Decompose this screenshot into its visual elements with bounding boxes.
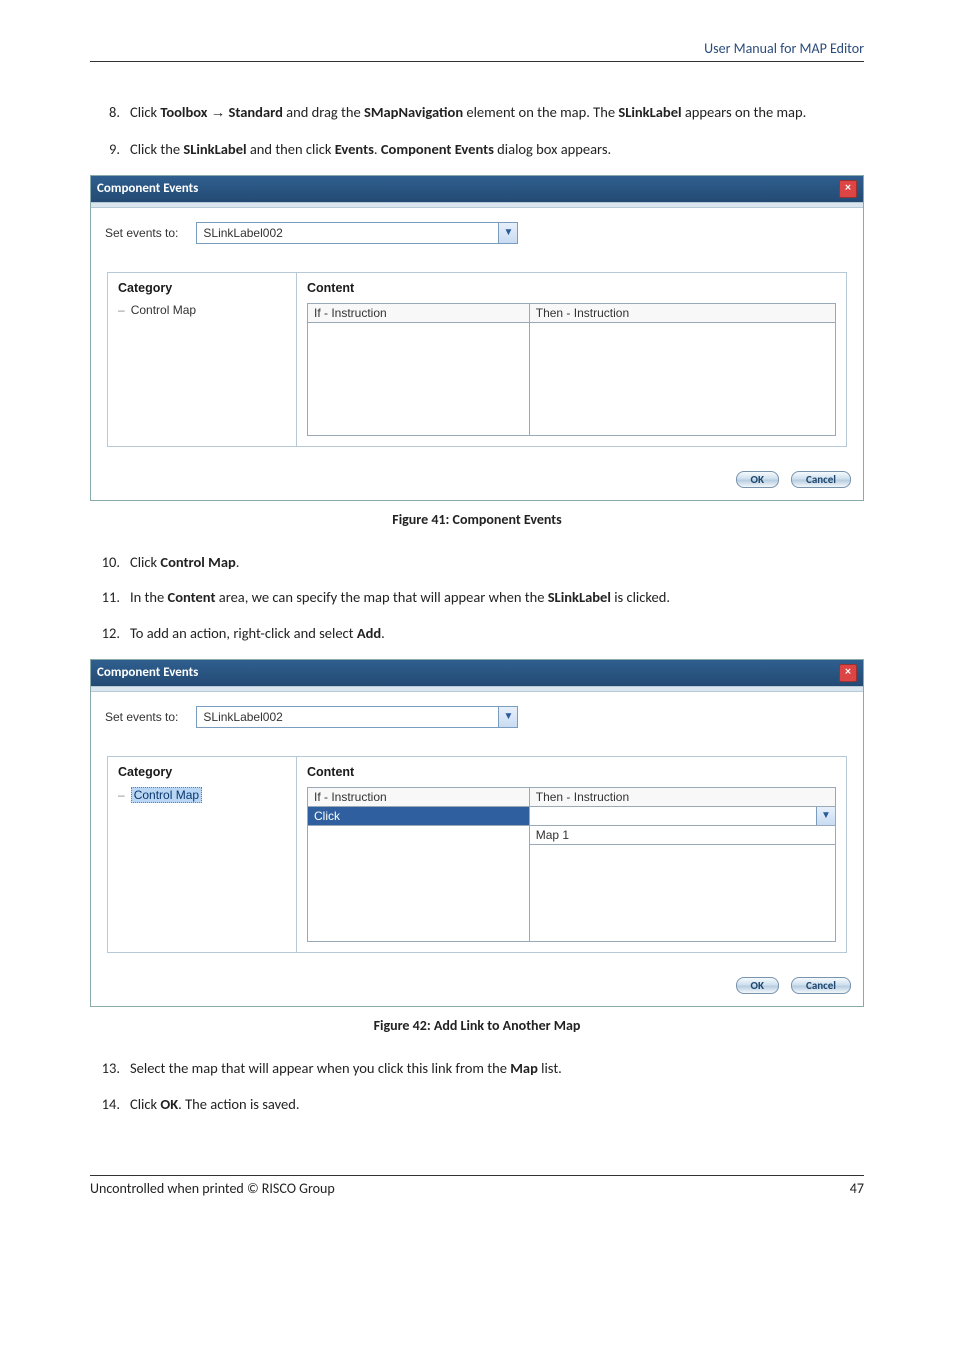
ok-button[interactable]: OK — [736, 977, 779, 994]
col-if: If - Instruction — [308, 787, 530, 806]
step-text: Click the SLinkLabel and then click Even… — [130, 139, 864, 161]
step-text: Click Toolbox → Standard and drag the SM… — [130, 102, 864, 125]
category-item-control-map[interactable]: – Control Map — [118, 787, 286, 803]
set-events-label: Set events to: — [105, 226, 178, 240]
category-header: Category — [118, 765, 286, 779]
tree-collapse-icon: – — [118, 788, 125, 802]
step-text: Click Control Map. — [130, 552, 864, 574]
events-panel: Category – Control Map Content If - Inst… — [107, 272, 847, 447]
set-events-combo[interactable]: SLinkLabel002 ▼ — [196, 706, 518, 728]
dialog-title: Component Events — [97, 181, 198, 196]
step-text: To add an action, right-click and select… — [130, 623, 864, 645]
cancel-button[interactable]: Cancel — [791, 977, 851, 994]
instruction-step: 10.Click Control Map. — [90, 552, 864, 574]
chevron-down-icon[interactable]: ▼ — [498, 223, 517, 243]
step-text: Select the map that will appear when you… — [130, 1058, 864, 1080]
close-icon[interactable]: × — [839, 180, 857, 198]
dialog-title-bar: Component Events × — [91, 176, 863, 202]
content-table[interactable]: If - Instruction Then - Instruction — [307, 303, 836, 436]
header-rule — [90, 61, 864, 62]
page-header: User Manual for MAP Editor — [90, 40, 864, 57]
footer-left: Uncontrolled when printed © RISCO Group — [90, 1180, 335, 1197]
col-then: Then - Instruction — [529, 303, 835, 322]
page-number: 47 — [850, 1180, 864, 1197]
step-list-c: 13.Select the map that will appear when … — [90, 1058, 864, 1116]
set-events-value: SLinkLabel002 — [197, 224, 498, 242]
col-if: If - Instruction — [308, 303, 530, 322]
figure-42-caption: Figure 42: Add Link to Another Map — [90, 1017, 864, 1034]
category-header: Category — [118, 281, 286, 295]
dialog-title: Component Events — [97, 665, 198, 680]
step-number: 8. — [90, 102, 130, 125]
set-events-value: SLinkLabel002 — [197, 708, 498, 726]
category-item-control-map[interactable]: – Control Map — [118, 303, 286, 317]
content-table[interactable]: If - Instruction Then - Instruction Clic… — [307, 787, 836, 942]
component-events-dialog-2: Component Events × Set events to: SLinkL… — [90, 659, 864, 1007]
step-number: 13. — [90, 1058, 130, 1080]
step-number: 10. — [90, 552, 130, 574]
instruction-step: 8.Click Toolbox → Standard and drag the … — [90, 102, 864, 125]
figure-41-caption: Figure 41: Component Events — [90, 511, 864, 528]
instruction-step: 12.To add an action, right-click and sel… — [90, 623, 864, 645]
step-text: In the Content area, we can specify the … — [130, 587, 864, 609]
step-number: 12. — [90, 623, 130, 645]
step-text: Click OK. The action is saved. — [130, 1094, 864, 1116]
step-number: 9. — [90, 139, 130, 161]
component-events-dialog-1: Component Events × Set events to: SLinkL… — [90, 175, 864, 501]
step-number: 14. — [90, 1094, 130, 1116]
chevron-down-icon[interactable]: ▼ — [816, 807, 835, 825]
ok-button[interactable]: OK — [736, 471, 779, 488]
instruction-step: 9.Click the SLinkLabel and then click Ev… — [90, 139, 864, 161]
instruction-step: 11.In the Content area, we can specify t… — [90, 587, 864, 609]
step-number: 11. — [90, 587, 130, 609]
if-cell[interactable] — [308, 322, 530, 435]
cancel-button[interactable]: Cancel — [791, 471, 851, 488]
tree-collapse-icon: – — [118, 303, 125, 317]
step-list-a: 8.Click Toolbox → Standard and drag the … — [90, 102, 864, 161]
close-icon[interactable]: × — [839, 664, 857, 682]
events-panel: Category – Control Map Content If - Inst… — [107, 756, 847, 953]
content-header: Content — [307, 281, 836, 295]
then-cell[interactable] — [529, 322, 835, 435]
instruction-step: 14.Click OK. The action is saved. — [90, 1094, 864, 1116]
if-click-cell[interactable]: Click — [308, 806, 530, 825]
set-events-label: Set events to: — [105, 710, 178, 724]
chevron-down-icon[interactable]: ▼ — [498, 707, 517, 727]
dialog-title-bar: Component Events × — [91, 660, 863, 686]
col-then: Then - Instruction — [529, 787, 835, 806]
map-select-cell[interactable]: Map 1 — [529, 825, 835, 844]
then-click-cell[interactable]: ▼ — [529, 806, 835, 825]
instruction-step: 13.Select the map that will appear when … — [90, 1058, 864, 1080]
step-list-b: 10.Click Control Map.11.In the Content a… — [90, 552, 864, 645]
set-events-combo[interactable]: SLinkLabel002 ▼ — [196, 222, 518, 244]
content-header: Content — [307, 765, 836, 779]
